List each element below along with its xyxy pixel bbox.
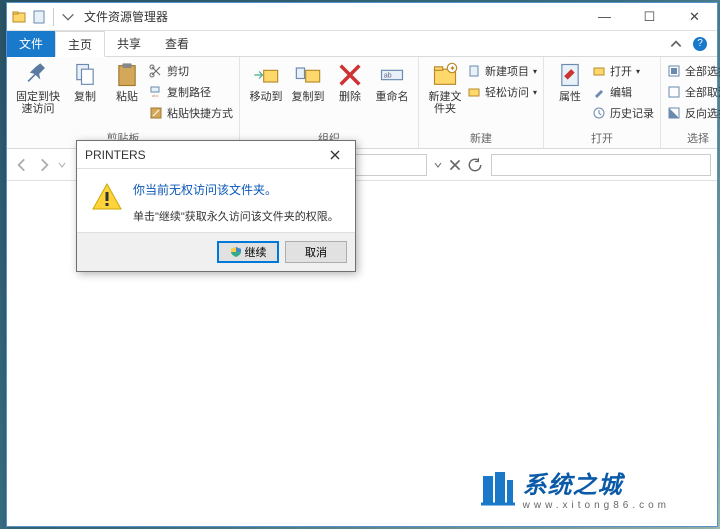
properties-icon (556, 61, 584, 89)
rename-icon: ab (378, 61, 406, 89)
invert-selection-button[interactable]: 反向选择 (667, 103, 720, 123)
paste-icon (113, 61, 141, 89)
edit-button[interactable]: 编辑 (592, 82, 654, 102)
app-icon (11, 9, 27, 25)
new-item-icon (467, 64, 481, 78)
history-button[interactable]: 历史记录 (592, 103, 654, 123)
scissors-icon (149, 64, 163, 78)
new-folder-label: 新建文件夹 (425, 91, 465, 115)
svg-text:ab: ab (384, 72, 392, 79)
minimize-button[interactable]: — (582, 3, 627, 31)
help-icon[interactable]: ? (693, 37, 707, 51)
ribbon-tabs: 文件 主页 共享 查看 ? (7, 31, 717, 57)
paste-label: 粘贴 (116, 91, 138, 103)
maximize-button[interactable]: ☐ (627, 3, 672, 31)
rename-label: 重命名 (376, 91, 409, 103)
open-button[interactable]: 打开▾ (592, 61, 654, 81)
pin-icon (24, 61, 52, 89)
watermark-title: 系统之城 (523, 465, 670, 500)
select-all-icon (667, 64, 681, 78)
warning-icon (91, 181, 123, 213)
continue-button[interactable]: 继续 (217, 241, 279, 263)
group-open-label: 打开 (550, 130, 654, 148)
shortcut-icon (149, 106, 163, 120)
watermark-url: www.xitong86.com (523, 500, 670, 511)
svg-text:abc: abc (152, 93, 158, 98)
group-new-label: 新建 (425, 130, 537, 148)
access-denied-dialog: PRINTERS 你当前无权访问该文件夹。 单击"继续"获取永久访问该文件夹的权… (76, 140, 356, 272)
window-title: 文件资源管理器 (84, 8, 168, 25)
rename-button[interactable]: ab 重命名 (372, 59, 412, 103)
select-none-icon (667, 85, 681, 99)
open-icon (592, 64, 606, 78)
copy-to-label: 复制到 (292, 91, 325, 103)
uac-shield-icon (230, 246, 242, 258)
move-to-icon (252, 61, 280, 89)
properties-label: 属性 (559, 91, 581, 103)
paste-button[interactable]: 粘贴 (107, 59, 147, 103)
qat-dropdown-icon[interactable] (60, 9, 76, 25)
easy-access-icon (467, 85, 481, 99)
close-icon (329, 149, 341, 161)
qat-properties-icon[interactable] (31, 9, 47, 25)
copy-path-icon: abc (149, 85, 163, 99)
copy-button[interactable]: 复制 (65, 59, 105, 103)
copy-icon (71, 61, 99, 89)
delete-icon (336, 61, 364, 89)
select-none-button[interactable]: 全部取消 (667, 82, 720, 102)
select-all-button[interactable]: 全部选择 (667, 61, 720, 81)
titlebar: 文件资源管理器 — ☐ ✕ (7, 3, 717, 31)
pin-label: 固定到快速访问 (13, 91, 63, 115)
tab-home[interactable]: 主页 (55, 31, 105, 57)
back-button[interactable] (13, 156, 31, 174)
cut-button[interactable]: 剪切 (149, 61, 233, 81)
delete-button[interactable]: 删除 (330, 59, 370, 103)
dialog-title-text: PRINTERS (85, 148, 146, 162)
copy-to-button[interactable]: 复制到 (288, 59, 328, 103)
history-icon (592, 106, 606, 120)
recent-dropdown-icon[interactable] (57, 156, 67, 174)
move-to-button[interactable]: 移动到 (246, 59, 286, 103)
easy-access-button[interactable]: 轻松访问▾ (467, 82, 537, 102)
forward-button[interactable] (35, 156, 53, 174)
invert-icon (667, 106, 681, 120)
paste-shortcut-button[interactable]: 粘贴快捷方式 (149, 103, 233, 123)
ribbon: 固定到快速访问 复制 粘贴 剪切 abc复制路径 粘贴快捷方式 剪贴板 (7, 57, 717, 149)
new-folder-icon: ✦ (431, 61, 459, 89)
search-box[interactable] (491, 154, 711, 176)
address-dropdown-icon[interactable] (433, 160, 443, 170)
watermark-logo-icon (477, 468, 517, 508)
refresh-icon[interactable] (467, 157, 483, 173)
svg-text:✦: ✦ (449, 64, 456, 73)
delete-label: 删除 (339, 91, 361, 103)
copy-path-button[interactable]: abc复制路径 (149, 82, 233, 102)
watermark: 系统之城 www.xitong86.com (477, 465, 670, 511)
new-folder-button[interactable]: ✦ 新建文件夹 (425, 59, 465, 115)
dialog-subtext: 单击"继续"获取永久访问该文件夹的权限。 (133, 208, 339, 224)
move-to-label: 移动到 (250, 91, 283, 103)
cancel-button[interactable]: 取消 (285, 241, 347, 263)
dialog-close-button[interactable] (323, 145, 347, 165)
tab-view[interactable]: 查看 (153, 31, 201, 57)
copy-to-icon (294, 61, 322, 89)
stop-icon[interactable] (447, 157, 463, 173)
new-item-button[interactable]: 新建项目▾ (467, 61, 537, 81)
tab-file[interactable]: 文件 (7, 31, 55, 57)
collapse-ribbon-icon[interactable] (669, 37, 683, 51)
dialog-message: 你当前无权访问该文件夹。 (133, 181, 339, 198)
edit-icon (592, 85, 606, 99)
pin-to-quick-access-button[interactable]: 固定到快速访问 (13, 59, 63, 115)
tab-share[interactable]: 共享 (105, 31, 153, 57)
group-select-label: 选择 (667, 130, 720, 148)
copy-label: 复制 (74, 91, 96, 103)
properties-button[interactable]: 属性 (550, 59, 590, 103)
qat-separator (53, 8, 54, 26)
close-button[interactable]: ✕ (672, 3, 717, 31)
